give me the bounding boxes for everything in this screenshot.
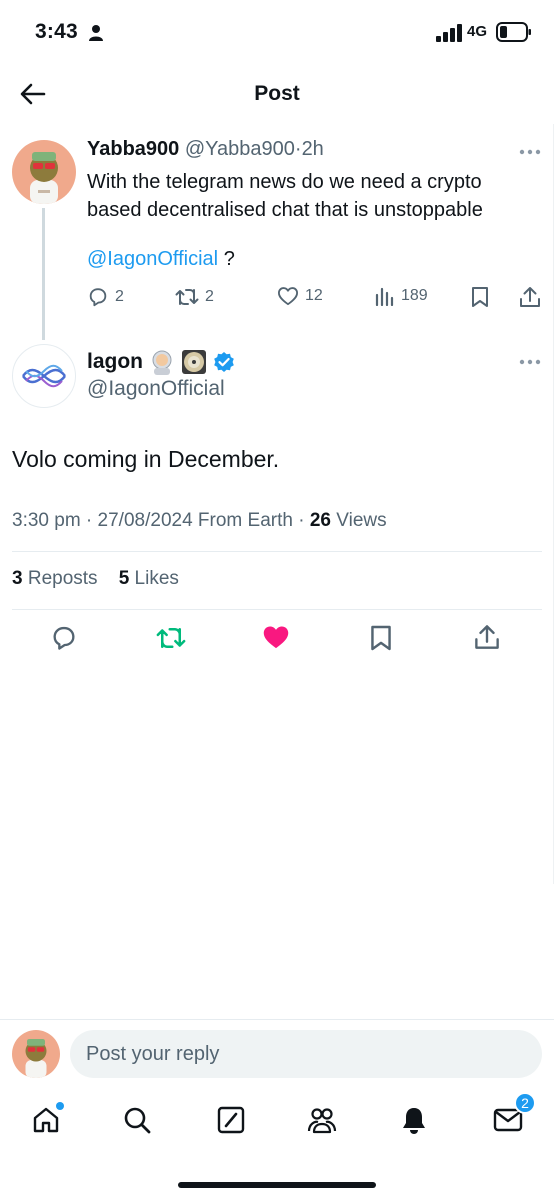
engagement-stats: 3 Reposts 5 Likes — [12, 568, 179, 590]
reposts-label: Reposts — [27, 568, 98, 589]
avatar-image — [12, 140, 76, 204]
like-button[interactable] — [262, 624, 290, 655]
mention-line: @IagonOfficial ? — [87, 248, 235, 271]
network-label: 4G — [467, 23, 488, 40]
astronaut-emoji — [152, 350, 172, 375]
main-author-row: lagon — [87, 349, 235, 375]
mention-suffix: ? — [223, 248, 235, 270]
main-post-actions — [0, 624, 554, 658]
views-count: 26 — [309, 510, 331, 531]
avatar-yabba900[interactable] — [12, 140, 76, 204]
likes-stat[interactable]: 5 Likes — [119, 568, 179, 589]
likes-label: Likes — [134, 568, 179, 589]
messages-badge: 2 — [514, 1092, 536, 1114]
page-title: Post — [254, 82, 300, 105]
divider — [0, 1019, 554, 1020]
signal-icon — [436, 24, 462, 42]
reply-button[interactable] — [50, 624, 78, 657]
nav-messages[interactable]: 2 — [488, 1092, 536, 1140]
more-icon[interactable] — [518, 148, 542, 156]
parent-post[interactable]: Yabba900 @Yabba900·2h With the telegram … — [0, 128, 554, 340]
views-label: Views — [336, 510, 387, 531]
home-icon — [33, 1107, 59, 1133]
views-count: 189 — [401, 287, 428, 304]
iagon-logo-icon — [22, 364, 66, 388]
bookmark-icon — [472, 287, 488, 307]
battery-icon — [496, 22, 531, 42]
parent-post-actions: 2 2 12 189 — [87, 286, 547, 310]
parent-post-header: Yabba900 @Yabba900·2h — [87, 138, 324, 161]
post-meta: 3:30 pm · 27/08/2024 From Earth · 26 Vie… — [12, 510, 387, 531]
nav-notifications[interactable] — [394, 1100, 434, 1140]
post-source: From Earth — [197, 510, 293, 531]
reply-icon — [89, 288, 107, 307]
post-time[interactable]: 3:30 pm — [12, 510, 81, 531]
heart-icon — [277, 287, 298, 306]
repost-button[interactable] — [156, 624, 186, 657]
share-icon — [520, 287, 540, 307]
home-indicator[interactable] — [178, 1182, 376, 1188]
post-header: Post — [0, 66, 554, 122]
share-icon — [475, 625, 499, 649]
status-time: 3:43 — [35, 20, 78, 43]
nav-home[interactable] — [26, 1100, 66, 1140]
nav-communities[interactable] — [302, 1100, 342, 1140]
author-handle[interactable]: @IagonOfficial — [87, 377, 225, 401]
bookmark-icon — [371, 625, 391, 651]
nav-search[interactable] — [117, 1100, 157, 1140]
avatar-image — [12, 1030, 60, 1078]
views-button[interactable]: 189 — [375, 286, 428, 306]
repost-icon — [156, 628, 186, 648]
avatar-current-user[interactable] — [12, 1030, 60, 1078]
reply-count: 2 — [115, 288, 124, 305]
bookmark-button[interactable] — [370, 624, 392, 657]
home-unread-dot — [56, 1102, 64, 1110]
like-button[interactable]: 12 — [277, 286, 323, 306]
author-name[interactable]: Yabba900 — [87, 138, 179, 160]
views-icon — [375, 287, 394, 306]
main-post-text: Volo coming in December. — [12, 446, 280, 472]
parent-post-text: With the telegram news do we need a cryp… — [87, 168, 537, 224]
main-post-header: lagon @IagonOfficial — [0, 340, 554, 420]
repost-count: 2 — [205, 288, 214, 305]
notifications-icon — [403, 1108, 425, 1134]
separator: · — [294, 138, 302, 160]
post-age[interactable]: 2h — [302, 138, 324, 160]
share-button[interactable] — [519, 286, 541, 308]
reposts-count: 3 — [12, 568, 23, 589]
thread-line — [42, 208, 45, 340]
disc-emoji — [182, 350, 206, 374]
mention-link[interactable]: @IagonOfficial — [87, 248, 218, 270]
communities-icon — [307, 1108, 337, 1134]
nav-grok[interactable] — [211, 1100, 251, 1140]
author-name[interactable]: lagon — [87, 350, 143, 374]
divider — [12, 609, 542, 610]
avatar-iagon[interactable] — [12, 344, 76, 408]
bottom-nav: 2 — [0, 1090, 554, 1156]
compose-icon — [217, 1106, 245, 1134]
author-handle[interactable]: @Yabba900 — [185, 138, 295, 160]
text-line: based decentralised chat that is unstopp… — [87, 199, 483, 221]
repost-icon — [175, 289, 199, 305]
more-icon[interactable] — [518, 358, 542, 366]
text-line: With the telegram news do we need a cryp… — [87, 171, 482, 193]
share-button[interactable] — [474, 624, 500, 655]
likes-count: 5 — [118, 568, 130, 589]
post-date[interactable]: 27/08/2024 — [98, 510, 193, 531]
bookmark-button[interactable] — [471, 286, 489, 308]
reply-button[interactable]: 2 — [87, 286, 124, 308]
reply-icon — [53, 626, 75, 650]
divider — [12, 551, 542, 552]
repost-button[interactable]: 2 — [175, 286, 214, 308]
status-bar: 3:43 4G — [0, 0, 554, 66]
like-count: 12 — [305, 287, 323, 304]
verified-badge-icon — [214, 352, 234, 372]
reposts-stat[interactable]: 3 Reposts — [12, 568, 98, 589]
search-icon — [124, 1107, 151, 1134]
heart-filled-icon — [263, 626, 289, 649]
person-icon — [89, 25, 103, 41]
reply-input[interactable] — [70, 1030, 542, 1078]
